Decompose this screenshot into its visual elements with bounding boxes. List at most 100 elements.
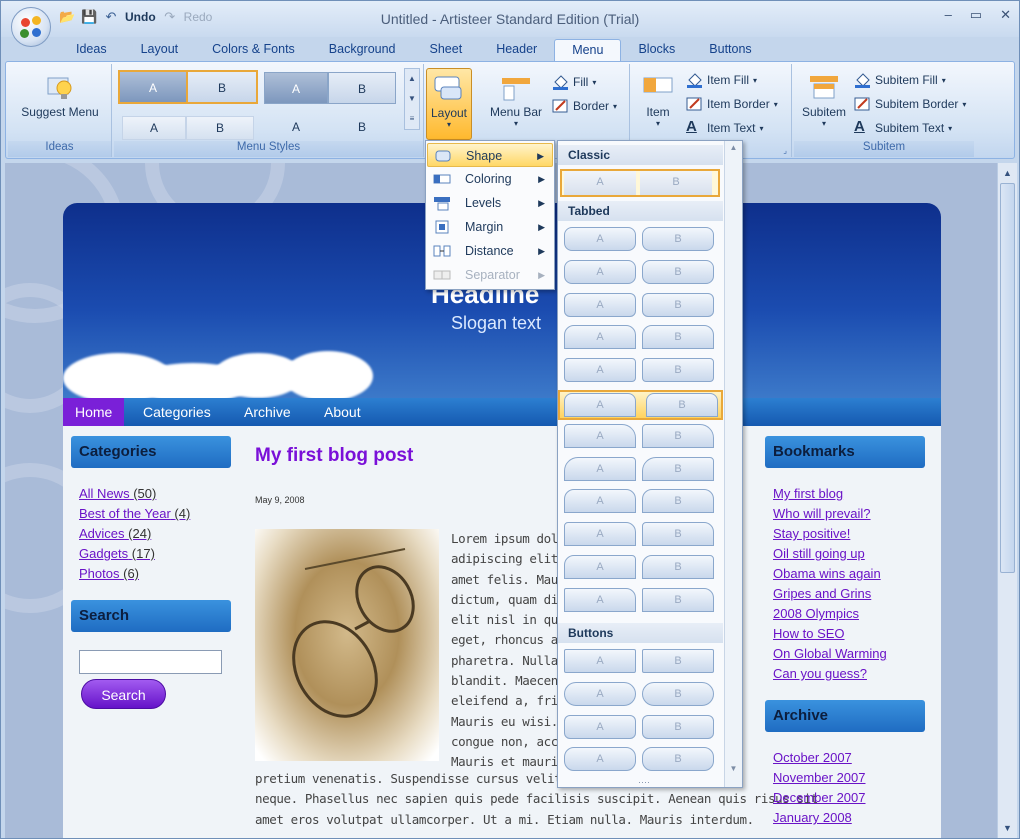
search-button[interactable]: Search (81, 679, 166, 709)
shape-option-a[interactable]: A (564, 259, 636, 284)
archive-link[interactable]: November 2007 (773, 770, 866, 785)
menu-style-2-b[interactable]: B (328, 72, 396, 104)
border-button[interactable]: Border ▾ (552, 98, 617, 114)
tab-blocks[interactable]: Blocks (621, 39, 692, 61)
item-fill-button[interactable]: Item Fill ▾ (686, 72, 757, 88)
shape-option-a[interactable]: A (564, 292, 636, 317)
nav-home[interactable]: Home (63, 398, 125, 426)
styles-gallery-scroll[interactable]: ▲ ▼ ≡ (404, 68, 420, 130)
shape-option-a[interactable]: A (564, 325, 636, 350)
bookmarks-link[interactable]: My first blog (773, 486, 843, 501)
scroll-thumb[interactable] (1000, 183, 1015, 573)
shape-option-a[interactable]: A (564, 171, 636, 195)
fill-button[interactable]: Fill ▾ (552, 74, 596, 90)
shape-option-a[interactable]: A (564, 714, 636, 739)
bookmarks-link[interactable]: Obama wins again (773, 566, 881, 581)
bookmarks-link[interactable]: Gripes and Grins (773, 586, 871, 601)
bookmarks-link[interactable]: Stay positive! (773, 526, 850, 541)
menu-item-coloring[interactable]: Coloring ▶ (427, 167, 553, 191)
shape-option-b[interactable]: B (642, 292, 714, 317)
shape-option-b[interactable]: B (642, 522, 714, 547)
shape-option-a[interactable]: A (564, 522, 636, 547)
shape-option-b[interactable]: B (642, 587, 714, 612)
tab-background[interactable]: Background (312, 39, 413, 61)
canvas-scrollbar[interactable]: ▲ ▼ (997, 163, 1017, 838)
shape-option-a[interactable]: A (564, 423, 636, 448)
shape-option-a[interactable]: A (564, 227, 636, 251)
category-link[interactable]: Photos (6) (79, 566, 139, 581)
close-button[interactable]: ✕ (1000, 7, 1011, 23)
bookmarks-link[interactable]: Can you guess? (773, 666, 867, 681)
bookmarks-link[interactable]: How to SEO (773, 626, 845, 641)
shape-option-a[interactable]: A (564, 358, 636, 383)
gallery-resize-grip[interactable]: ···· (638, 777, 650, 787)
tab-sheet[interactable]: Sheet (413, 39, 480, 61)
nav-archive[interactable]: Archive (244, 398, 291, 426)
menu-style-4-a[interactable]: A (264, 116, 328, 138)
menu-item-shape[interactable]: Shape ▶ (427, 143, 553, 167)
shape-option-b[interactable]: B (640, 171, 712, 195)
archive-link[interactable]: January 2008 (773, 810, 852, 825)
item-text-button[interactable]: A Item Text ▾ (686, 119, 763, 136)
shape-option-a[interactable]: A (564, 747, 636, 772)
menu-style-1-b[interactable]: B (188, 70, 258, 104)
menu-item-levels[interactable]: Levels ▶ (427, 191, 553, 215)
subitem-text-button[interactable]: A Subitem Text ▾ (854, 119, 952, 136)
suggest-menu-button[interactable]: Suggest Menu (12, 72, 108, 119)
item-border-button[interactable]: Item Border ▾ (686, 96, 778, 112)
bookmarks-link[interactable]: Who will prevail? (773, 506, 871, 521)
nav-about[interactable]: About (324, 398, 361, 426)
subitem-fill-button[interactable]: Subitem Fill ▾ (854, 72, 946, 88)
tab-colors-fonts[interactable]: Colors & Fonts (195, 39, 312, 61)
minimize-button[interactable]: – (945, 7, 952, 23)
shape-option-b[interactable]: B (642, 456, 714, 481)
subitem-button[interactable]: Subitem ▾ (796, 72, 852, 128)
shape-option-a[interactable]: A (564, 649, 636, 673)
search-input[interactable] (79, 650, 222, 674)
scroll-down-icon[interactable]: ▼ (725, 764, 742, 773)
shape-option-a[interactable]: A (564, 393, 636, 417)
item-group-launcher[interactable]: ⌟ (783, 146, 787, 155)
shape-option-b[interactable]: B (642, 747, 714, 772)
tab-ideas[interactable]: Ideas (59, 39, 124, 61)
shape-option-b[interactable]: B (642, 681, 714, 706)
category-link[interactable]: Advices (24) (79, 526, 151, 541)
tab-header[interactable]: Header (479, 39, 554, 61)
gallery-scrollbar[interactable]: ▲ ▼ (724, 141, 742, 787)
tab-layout[interactable]: Layout (124, 39, 196, 61)
shape-option-b[interactable]: B (642, 489, 714, 514)
shape-option-b[interactable]: B (646, 393, 718, 417)
shape-option-a[interactable]: A (564, 587, 636, 612)
menu-bar-button[interactable]: Menu Bar ▾ (484, 72, 548, 128)
shape-option-b[interactable]: B (642, 714, 714, 739)
shape-option-b[interactable]: B (642, 358, 714, 383)
shape-option-b[interactable]: B (642, 649, 714, 673)
menu-item-margin[interactable]: Margin ▶ (427, 215, 553, 239)
shape-option-b[interactable]: B (642, 325, 714, 350)
scroll-down-icon[interactable]: ▼ (1000, 820, 1015, 836)
scroll-up-icon[interactable]: ▲ (725, 143, 742, 152)
category-link[interactable]: Best of the Year (4) (79, 506, 190, 521)
item-button[interactable]: Item ▾ (636, 72, 680, 128)
archive-link[interactable]: December 2007 (773, 790, 866, 805)
scroll-up-icon[interactable]: ▲ (1000, 165, 1015, 181)
shape-option-b[interactable]: B (642, 423, 714, 448)
app-menu-orb[interactable] (11, 7, 51, 47)
shape-option-a[interactable]: A (564, 555, 636, 579)
menu-style-3-a[interactable]: A (122, 116, 186, 140)
maximize-button[interactable]: ▭ (970, 7, 982, 23)
shape-option-b[interactable]: B (642, 259, 714, 284)
tab-menu[interactable]: Menu (554, 39, 622, 61)
shape-option-b[interactable]: B (642, 555, 714, 579)
menu-item-distance[interactable]: Distance ▶ (427, 239, 553, 263)
bookmarks-link[interactable]: On Global Warming (773, 646, 887, 661)
bookmarks-link[interactable]: 2008 Olympics (773, 606, 859, 621)
tab-buttons[interactable]: Buttons (692, 39, 768, 61)
nav-categories[interactable]: Categories (143, 398, 211, 426)
subitem-border-button[interactable]: Subitem Border ▾ (854, 96, 966, 112)
menu-style-3-b[interactable]: B (186, 116, 254, 140)
archive-link[interactable]: October 2007 (773, 750, 852, 765)
bookmarks-link[interactable]: Oil still going up (773, 546, 865, 561)
shape-option-a[interactable]: A (564, 456, 636, 481)
menu-style-2-a[interactable]: A (264, 72, 328, 104)
